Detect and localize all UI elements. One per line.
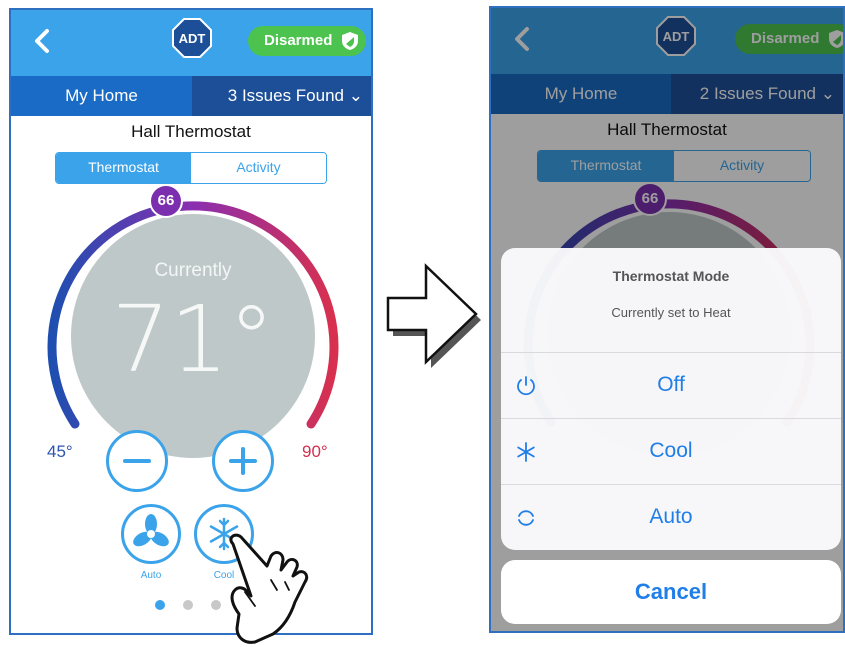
min-temp-label: 45° <box>47 442 73 461</box>
device-title: Hall Thermostat <box>131 122 251 141</box>
back-chevron-icon[interactable] <box>29 28 55 54</box>
minus-icon <box>123 459 151 463</box>
disarmed-label: Disarmed <box>264 32 333 49</box>
cancel-button[interactable]: Cancel <box>501 560 841 624</box>
mode-option-cool[interactable]: Cool <box>501 418 841 485</box>
svg-text:ADT: ADT <box>179 31 206 46</box>
fan-mode-label: Auto <box>140 570 162 581</box>
setpoint-handle[interactable]: 66 <box>149 184 183 218</box>
pager-dot-active[interactable] <box>155 600 165 610</box>
current-label: Currently <box>154 260 232 281</box>
thermostat-mode-action-sheet: Thermostat Mode Currently set to Heat Of… <box>501 248 841 550</box>
fan-mode-button[interactable] <box>121 504 181 564</box>
pager-dot[interactable] <box>183 600 193 610</box>
decrease-temp-button[interactable] <box>106 430 168 492</box>
issues-label: 3 Issues Found <box>227 86 345 105</box>
adt-logo: ADT <box>172 18 212 58</box>
tab-thermostat[interactable]: Thermostat <box>56 153 191 183</box>
action-sheet-title: Thermostat Mode <box>612 268 730 284</box>
increase-temp-button[interactable] <box>212 430 274 492</box>
setpoint-value: 66 <box>157 192 175 209</box>
thermostat-screen-after: ADT Disarmed My Home 2 Issues Found ⌄ Ha… <box>489 6 845 633</box>
top-bar: ADT Disarmed <box>11 10 371 76</box>
mode-option-off[interactable]: Off <box>501 352 841 419</box>
action-sheet-subtitle: Currently set to Heat <box>611 305 731 320</box>
current-temperature: 71° <box>111 286 275 393</box>
mode-option-label: Auto <box>649 505 693 528</box>
issues-dropdown[interactable]: 3 Issues Found ⌄ <box>192 76 371 116</box>
max-temp-label: 90° <box>302 442 328 461</box>
chevron-down-icon: ⌄ <box>348 86 363 105</box>
disarmed-status-badge[interactable]: Disarmed <box>248 26 366 56</box>
my-home-tab[interactable]: My Home <box>11 76 192 116</box>
mode-option-label: Cool <box>649 439 693 462</box>
mode-option-auto[interactable]: Auto <box>501 484 841 550</box>
tap-gesture-hand-icon <box>229 533 309 644</box>
mode-option-label: Off <box>657 373 685 396</box>
plus-icon <box>229 447 257 475</box>
tab-activity[interactable]: Activity <box>191 153 326 183</box>
fan-icon <box>133 514 169 547</box>
transition-arrow-icon <box>386 263 481 368</box>
shield-icon <box>342 32 358 50</box>
location-bar: My Home 3 Issues Found ⌄ <box>11 76 371 116</box>
